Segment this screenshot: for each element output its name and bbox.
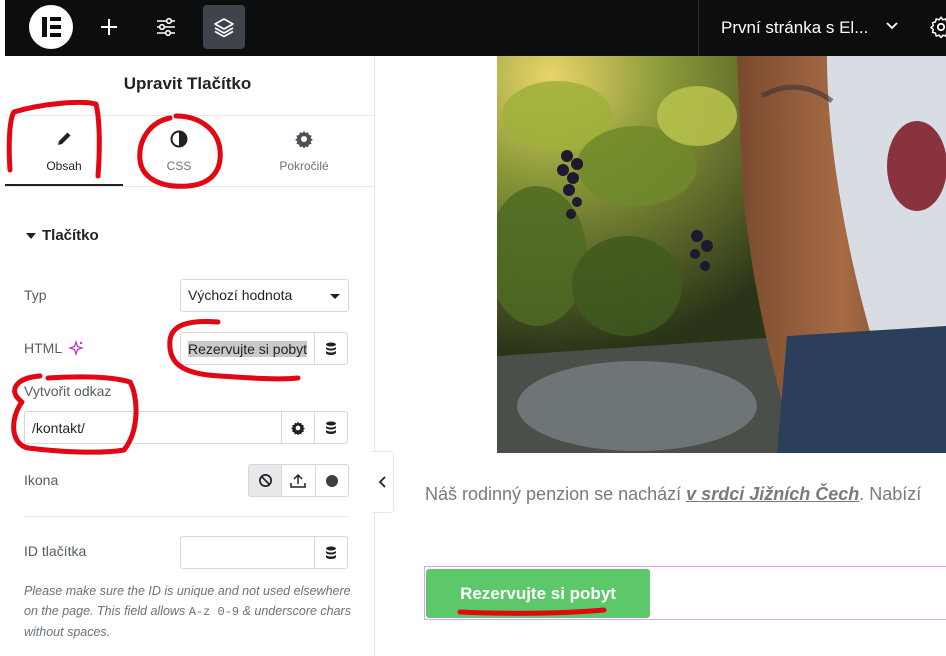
document-title-dropdown[interactable]: První stránka s El... — [698, 0, 946, 56]
link-options-button[interactable] — [281, 411, 315, 444]
tab-label: Pokročilé — [279, 159, 329, 173]
sliders-icon — [157, 17, 175, 37]
window-edge — [0, 56, 5, 656]
gear-icon — [295, 130, 313, 148]
tab-advanced[interactable]: Pokročilé — [245, 116, 363, 186]
ai-sparkle-icon[interactable] — [68, 340, 85, 356]
divider — [24, 516, 349, 517]
paragraph-emphasis: v srdci Jižních Čech — [686, 484, 860, 504]
circle-icon — [325, 474, 338, 487]
dynamic-tags-button[interactable] — [314, 332, 348, 365]
link-label: Vytvořit odkaz — [24, 383, 112, 399]
section-title: Tlačítko — [42, 227, 99, 244]
dynamic-tags-button[interactable] — [314, 411, 348, 444]
button-id-help-text: Please make sure the ID is unique and no… — [24, 581, 354, 642]
window-edge — [0, 0, 5, 56]
icon-choices — [248, 464, 349, 497]
icon-none-option[interactable] — [249, 465, 283, 496]
upload-icon — [290, 473, 307, 488]
layers-icon — [214, 18, 234, 38]
editor-topbar: První stránka s El... — [0, 0, 946, 56]
structure-button[interactable] — [203, 5, 245, 49]
elementor-logo-icon[interactable] — [29, 5, 73, 49]
gear-icon — [291, 421, 305, 435]
vineyard-photo — [497, 56, 946, 453]
type-select-value: Výchozí hodnota — [188, 287, 293, 303]
pencil-icon — [58, 132, 71, 145]
section-toggle[interactable]: Tlačítko — [26, 227, 99, 244]
paragraph-text: Náš rodinný penzion se nachází — [425, 484, 687, 504]
document-title: První stránka s El... — [721, 18, 869, 37]
add-element-button[interactable] — [88, 5, 130, 49]
ban-icon — [258, 474, 272, 487]
vineyard-image — [497, 56, 946, 453]
database-icon — [326, 421, 336, 434]
database-icon — [326, 342, 336, 355]
panel-title: Upravit Tlačítko — [123, 74, 252, 93]
type-select[interactable]: Výchozí hodnota — [180, 279, 349, 312]
chevron-left-icon — [378, 476, 386, 488]
html-label-row: HTML — [24, 340, 85, 356]
database-icon — [326, 546, 336, 559]
site-settings-button[interactable] — [145, 5, 187, 49]
help-code: A-z 0-9 — [188, 605, 240, 619]
icon-label: Ikona — [24, 472, 59, 488]
intro-paragraph: Náš rodinný penzion se nachází v srdci J… — [425, 484, 921, 505]
reservation-button-label: Rezervujte si pobyt — [460, 583, 616, 603]
link-value: /kontakt/ — [32, 420, 85, 436]
html-text-input[interactable]: Rezervujte si pobyt — [180, 332, 315, 365]
button-id-label: ID tlačítka — [24, 543, 87, 559]
chevron-down-icon — [886, 22, 898, 30]
dynamic-tags-button[interactable] — [314, 536, 348, 569]
caret-down-icon — [26, 232, 36, 239]
html-text-value: Rezervujte si pobyt — [188, 341, 308, 357]
editor-panel: Upravit Tlačítko Obsah CSS Pokročilé Tla… — [0, 56, 375, 656]
icon-library-option[interactable] — [316, 465, 348, 496]
collapse-panel-button[interactable] — [372, 451, 394, 513]
type-label: Typ — [24, 287, 47, 303]
paragraph-text: . Nabízí — [859, 484, 922, 504]
tab-css[interactable]: CSS — [120, 116, 238, 186]
reservation-button[interactable]: Rezervujte si pobyt — [426, 569, 650, 618]
divider — [0, 186, 375, 187]
plus-icon — [101, 19, 117, 35]
dropdown-arrow-icon — [330, 294, 340, 299]
button-id-input[interactable] — [180, 536, 315, 569]
tab-label: Obsah — [46, 159, 82, 173]
icon-upload-option[interactable] — [282, 465, 316, 496]
tab-content[interactable]: Obsah — [5, 116, 123, 186]
contrast-icon — [170, 130, 188, 148]
gear-icon[interactable] — [930, 16, 946, 38]
link-input[interactable]: /kontakt/ — [24, 411, 282, 444]
html-label: HTML — [24, 340, 63, 356]
tab-label: CSS — [166, 159, 192, 173]
